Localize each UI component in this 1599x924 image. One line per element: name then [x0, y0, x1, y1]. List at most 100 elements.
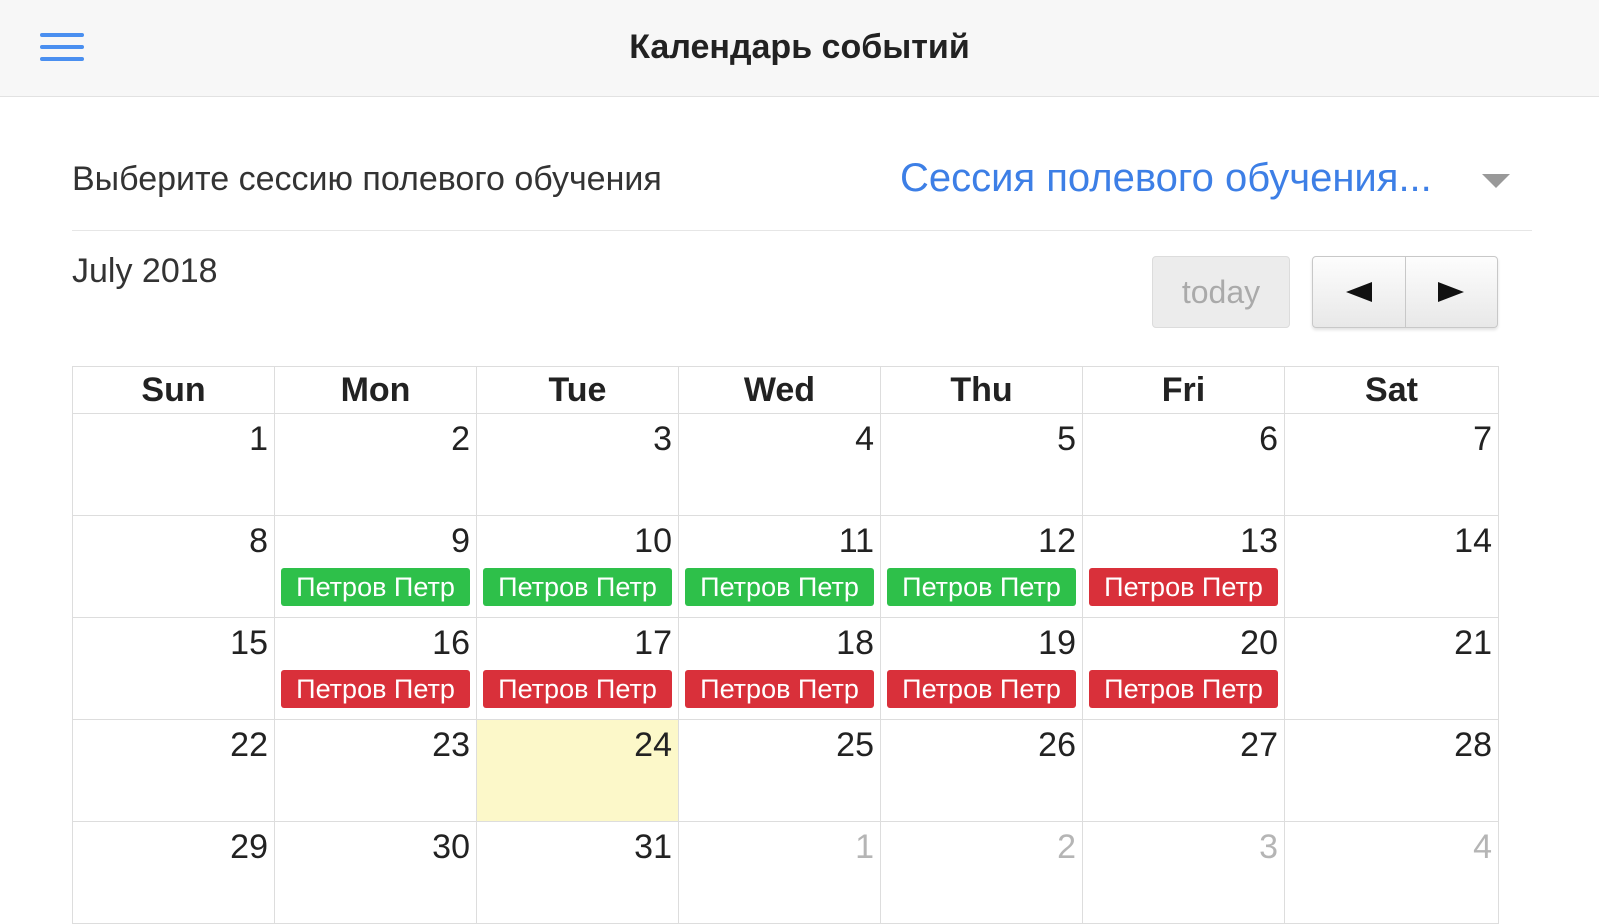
day-number: 2	[451, 420, 470, 458]
weekday-header: Thu	[880, 366, 1083, 414]
session-selected-value[interactable]: Сессия полевого обучения...	[900, 156, 1432, 201]
day-cell[interactable]: 11 Петров Петр	[678, 515, 881, 618]
day-cell[interactable]: 2	[274, 413, 477, 516]
day-cell[interactable]: 26	[880, 719, 1083, 822]
calendar-event[interactable]: Петров Петр	[483, 568, 672, 606]
day-cell[interactable]: 12 Петров Петр	[880, 515, 1083, 618]
month-title: July 2018	[72, 252, 218, 290]
weekday-header: Fri	[1082, 366, 1285, 414]
day-cell[interactable]: 28	[1284, 719, 1499, 822]
day-cell[interactable]: 25	[678, 719, 881, 822]
next-month-button[interactable]	[1404, 257, 1498, 327]
day-cell[interactable]: 5	[880, 413, 1083, 516]
day-number: 2	[1057, 828, 1076, 866]
day-cell[interactable]: 10 Петров Петр	[476, 515, 679, 618]
calendar-event[interactable]: Петров Петр	[483, 670, 672, 708]
calendar-event[interactable]: Петров Петр	[685, 568, 874, 606]
day-cell[interactable]: 21	[1284, 617, 1499, 720]
calendar-event[interactable]: Петров Петр	[1089, 670, 1278, 708]
day-number: 21	[1454, 624, 1492, 662]
day-number: 7	[1473, 420, 1492, 458]
day-number: 14	[1454, 522, 1492, 560]
today-button[interactable]: today	[1152, 256, 1290, 328]
weekday-header: Tue	[476, 366, 679, 414]
week-row: 22 23 24 25 26 27 28	[72, 719, 1499, 822]
day-cell[interactable]: 1	[72, 413, 275, 516]
session-dropdown[interactable]: Сессия полевого обучения...	[900, 154, 1520, 206]
day-number: 9	[451, 522, 470, 560]
weekday-header: Sat	[1284, 366, 1499, 414]
day-cell[interactable]: 29	[72, 821, 275, 924]
weekday-header: Wed	[678, 366, 881, 414]
week-row: 15 16 Петров Петр 17 Петров Петр 18 Петров Пет…	[72, 617, 1499, 720]
day-cell[interactable]: 8	[72, 515, 275, 618]
day-cell[interactable]: 20 Петров Петр	[1082, 617, 1285, 720]
day-cell[interactable]: 17 Петров Петр	[476, 617, 679, 720]
next-arrow-icon	[1438, 282, 1465, 302]
day-number: 26	[1038, 726, 1076, 764]
day-number: 23	[432, 726, 470, 764]
day-cell[interactable]: 3	[1082, 821, 1285, 924]
day-cell[interactable]: 13 Петров Петр	[1082, 515, 1285, 618]
day-number: 12	[1038, 522, 1076, 560]
day-number: 11	[838, 522, 874, 560]
weekday-header-row: Sun Mon Tue Wed Thu Fri Sat	[72, 366, 1499, 414]
day-number: 1	[855, 828, 874, 866]
day-cell[interactable]: 15	[72, 617, 275, 720]
day-number: 3	[1259, 828, 1278, 866]
day-cell[interactable]: 27	[1082, 719, 1285, 822]
day-cell[interactable]: 7	[1284, 413, 1499, 516]
month-calendar: Sun Mon Tue Wed Thu Fri Sat 1 2 3 4 5 6 7 8 9 Пет…	[72, 366, 1499, 924]
day-cell[interactable]: 22	[72, 719, 275, 822]
calendar-event[interactable]: Петров Петр	[685, 670, 874, 708]
calendar-event[interactable]: Петров Петр	[281, 670, 470, 708]
day-cell[interactable]: 4	[678, 413, 881, 516]
day-cell[interactable]: 6	[1082, 413, 1285, 516]
day-number: 13	[1240, 522, 1278, 560]
calendar-event[interactable]: Петров Петр	[1089, 568, 1278, 606]
week-row: 29 30 31 1 2 3 4	[72, 821, 1499, 924]
day-number: 31	[634, 828, 672, 866]
day-number: 20	[1240, 624, 1278, 662]
day-cell[interactable]: 1	[678, 821, 881, 924]
day-number: 22	[230, 726, 268, 764]
day-cell[interactable]: 3	[476, 413, 679, 516]
day-cell[interactable]: 18 Петров Петр	[678, 617, 881, 720]
dropdown-arrow-icon[interactable]	[1482, 174, 1510, 188]
day-cell[interactable]: 9 Петров Петр	[274, 515, 477, 618]
top-bar: Календарь событий	[0, 0, 1599, 97]
day-cell[interactable]: 23	[274, 719, 477, 822]
day-cell[interactable]: 2	[880, 821, 1083, 924]
day-number: 17	[634, 624, 672, 662]
prev-arrow-icon	[1345, 282, 1372, 302]
day-number: 1	[249, 420, 268, 458]
day-number: 15	[230, 624, 268, 662]
month-nav-group	[1312, 256, 1498, 328]
day-number: 24	[634, 726, 672, 764]
day-cell[interactable]: 19 Петров Петр	[880, 617, 1083, 720]
prev-month-button[interactable]	[1313, 257, 1405, 327]
day-number: 18	[836, 624, 874, 662]
day-cell[interactable]: 4	[1284, 821, 1499, 924]
day-cell[interactable]: 24	[476, 719, 679, 822]
calendar-event[interactable]: Петров Петр	[281, 568, 470, 606]
day-number: 8	[249, 522, 268, 560]
day-cell[interactable]: 31	[476, 821, 679, 924]
day-number: 4	[855, 420, 874, 458]
session-select-label: Выберите сессию полевого обучения	[72, 160, 662, 198]
day-number: 29	[230, 828, 268, 866]
day-cell[interactable]: 16 Петров Петр	[274, 617, 477, 720]
day-number: 6	[1259, 420, 1278, 458]
day-number: 28	[1454, 726, 1492, 764]
day-number: 5	[1057, 420, 1076, 458]
calendar-event[interactable]: Петров Петр	[887, 670, 1076, 708]
day-number: 27	[1240, 726, 1278, 764]
day-cell[interactable]: 30	[274, 821, 477, 924]
divider	[72, 230, 1532, 231]
calendar-event[interactable]: Петров Петр	[887, 568, 1076, 606]
day-number: 10	[634, 522, 672, 560]
page-title: Календарь событий	[629, 28, 970, 66]
day-cell[interactable]: 14	[1284, 515, 1499, 618]
day-number: 3	[653, 420, 672, 458]
day-number: 16	[432, 624, 470, 662]
